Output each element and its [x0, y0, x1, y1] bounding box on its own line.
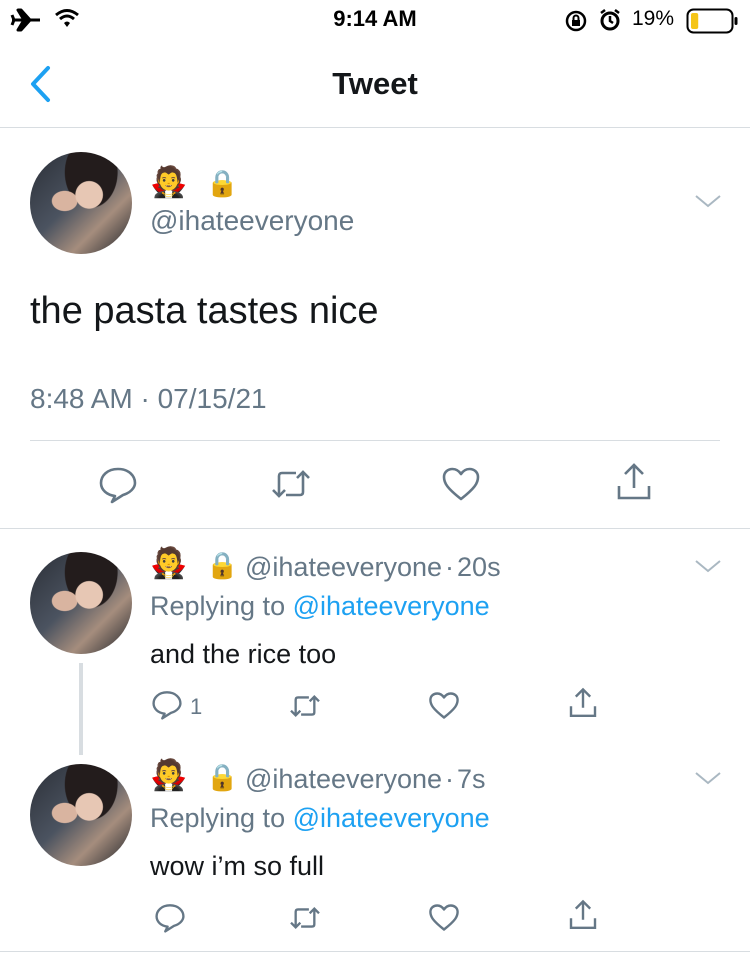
vampire-emoji-icon: 🧛: [150, 546, 188, 581]
user-handle[interactable]: @ihateeveryone: [245, 552, 442, 582]
avatar[interactable]: [30, 152, 132, 254]
lock-emoji-icon: 🔒: [206, 169, 239, 199]
tweet-text: the pasta tastes nice: [30, 290, 379, 332]
chevron-down-icon[interactable]: [693, 768, 723, 788]
reply-text: wow i’m so full: [150, 851, 325, 881]
replying-to-handle-link[interactable]: @ihateeveryone: [293, 803, 490, 833]
chevron-down-icon[interactable]: [693, 191, 723, 211]
replying-to-handle-link[interactable]: @ihateeveryone: [293, 591, 490, 621]
share-icon[interactable]: [567, 687, 599, 719]
divider: [0, 528, 750, 529]
share-icon[interactable]: [567, 899, 599, 931]
reply-icon[interactable]: [151, 690, 183, 720]
user-handle[interactable]: @ihateeveryone: [150, 205, 354, 237]
reply-header: @ihateeveryone · 7s: [245, 764, 486, 795]
replying-to-label: Replying to: [150, 803, 293, 833]
vampire-emoji-icon: 🧛: [150, 165, 188, 200]
battery-percent: 19%: [632, 7, 675, 30]
page-title: Tweet: [332, 66, 418, 101]
like-heart-icon[interactable]: [428, 691, 460, 720]
reply-age: 7s: [457, 764, 486, 794]
reply-count: 1: [190, 694, 203, 719]
reply-text: and the rice too: [150, 639, 337, 669]
battery-icon: [686, 8, 738, 34]
divider: [0, 951, 750, 952]
separator-dot: ·: [445, 552, 455, 582]
vampire-emoji-icon: 🧛: [150, 758, 188, 793]
replying-to: Replying to @ihateeveryone: [150, 591, 490, 622]
lock-emoji-icon: 🔒: [206, 763, 239, 793]
retweet-icon[interactable]: [288, 904, 322, 932]
chevron-down-icon[interactable]: [693, 556, 723, 576]
avatar[interactable]: [30, 552, 132, 654]
alarm-icon: [600, 9, 620, 31]
share-icon[interactable]: [614, 462, 654, 502]
rotation-lock-icon: [565, 10, 587, 32]
thread-connector-line: [79, 663, 83, 755]
battery-level-fill: [691, 13, 699, 29]
retweet-icon[interactable]: [270, 466, 312, 502]
like-heart-icon[interactable]: [441, 466, 481, 502]
replying-to-label: Replying to: [150, 591, 293, 621]
reply-icon[interactable]: [98, 466, 138, 504]
status-bar: 9:14 AM 19%: [0, 0, 750, 40]
user-handle[interactable]: @ihateeveryone: [245, 764, 442, 794]
reply-icon[interactable]: [154, 903, 186, 933]
reply-age: 20s: [457, 552, 501, 582]
divider: [30, 440, 720, 441]
replying-to: Replying to @ihateeveryone: [150, 803, 490, 834]
reply-header: @ihateeveryone · 20s: [245, 552, 501, 583]
nav-bar: Tweet: [0, 40, 750, 128]
retweet-icon[interactable]: [288, 692, 322, 720]
tweet-timestamp: 8:48 AM · 07/15/21: [30, 383, 267, 414]
separator-dot: ·: [445, 764, 455, 794]
avatar[interactable]: [30, 764, 132, 866]
lock-emoji-icon: 🔒: [206, 551, 239, 581]
like-heart-icon[interactable]: [428, 903, 460, 932]
